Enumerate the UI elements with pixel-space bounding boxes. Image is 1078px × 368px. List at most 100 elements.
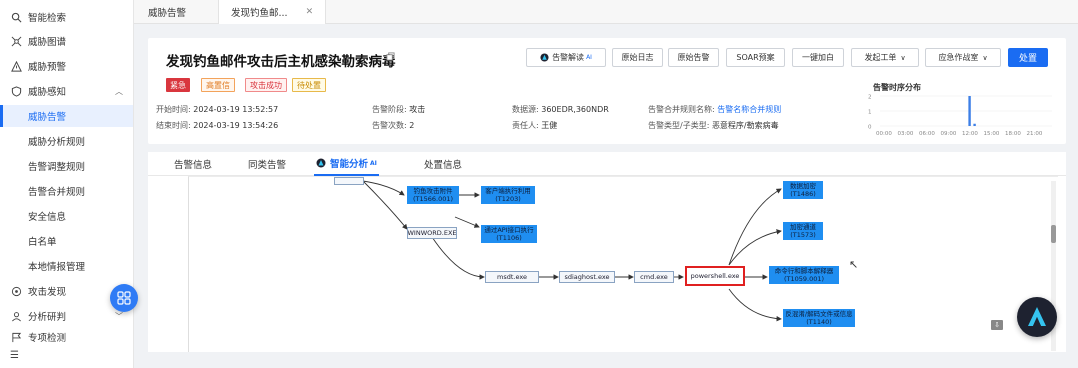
scrollbar-thumb[interactable]: [1051, 225, 1056, 243]
graph-node-data-encrypt[interactable]: 数据加密 (T1486): [783, 181, 823, 199]
sidebar-item-search[interactable]: 智能检索: [0, 6, 133, 28]
sidebar-item-threat-warning[interactable]: 威胁预警: [0, 55, 133, 77]
sidebar-item-label: 威胁图谱: [28, 37, 67, 48]
sidebar-sub-security-info[interactable]: 安全信息: [0, 205, 133, 227]
mouse-cursor-icon: ↖: [849, 258, 859, 271]
y-tick-label: 0: [868, 125, 872, 131]
ai-logo-icon: [540, 53, 549, 62]
sidebar: 智能检索 威胁图谱 威胁预警 威胁感知 ︿ 威胁告警 威胁分析规则 告警调整规则…: [0, 0, 134, 368]
end-time: 结束时间: 2024-03-19 13:54:26: [156, 121, 279, 130]
soar-button[interactable]: SOAR预案: [726, 48, 785, 67]
tab-similar-alerts[interactable]: 同类告警: [248, 152, 286, 176]
tab-smart-analysis[interactable]: 智能分析 AI: [314, 152, 379, 176]
copy-icon[interactable]: [386, 52, 396, 62]
raw-alert-button[interactable]: 原始告警: [668, 48, 719, 67]
flag-icon: [10, 331, 22, 343]
attack-graph[interactable]: 钓鱼攻击附件 (T1566.001) 客户端执行利用 (T1203) WINWORD…: [188, 176, 1058, 352]
sidebar-item-label: 智能检索: [28, 13, 67, 24]
sidebar-sub-local-intel[interactable]: 本地情报管理: [0, 255, 133, 277]
x-tick-label: 03:00: [898, 131, 914, 137]
sidebar-sub-whitelist[interactable]: 白名单: [0, 230, 133, 252]
chevron-up-icon: ︿: [115, 86, 123, 96]
apps-grid-icon[interactable]: [110, 284, 138, 312]
war-room-button[interactable]: 应急作战室 ∨: [925, 48, 1001, 67]
sidebar-item-analysis[interactable]: 分析研判 ﹀: [0, 305, 133, 327]
sidebar-sub-merge-rules[interactable]: 告警合并规则: [0, 180, 133, 202]
analysis-panel: 告警信息 同类告警 智能分析 AI 处置信息 钓鱼攻击附件 (T1566.001…: [148, 152, 1066, 352]
status-badge: 待处置: [292, 78, 326, 92]
search-icon: [10, 11, 22, 23]
sidebar-item-threat-perception[interactable]: 威胁感知 ︿: [0, 80, 133, 102]
ticket-button[interactable]: 发起工单 ∨: [851, 48, 919, 67]
graph-edges: [362, 180, 782, 322]
alert-count: 告警次数: 2: [372, 121, 415, 130]
graph-node-cmd-interpreter[interactable]: 命令行和脚本解释器 (T1059.001): [769, 266, 839, 284]
sidebar-item-label: 攻击发现: [28, 287, 67, 298]
handle-button[interactable]: 处置: [1008, 48, 1048, 67]
graph-node-deobfuscate[interactable]: 反混淆/解码文件或信息 (T1140): [783, 309, 855, 327]
sidebar-sub-analysis-rules[interactable]: 威胁分析规则: [0, 130, 133, 152]
status-badge: 紧急: [166, 78, 190, 92]
graph-node-winword[interactable]: WINWORD.EXE: [407, 227, 457, 239]
x-tick-label: 06:00: [919, 131, 935, 137]
graph-node-client-exec[interactable]: 客户端执行利用 (T1203): [481, 186, 535, 204]
alert-distribution-chart: 2 1 0 00:00 03:00 06:00 09:00 12:00 15:00 18:00 21…: [868, 95, 1052, 137]
sidebar-sub-adjust-rules[interactable]: 告警调整规则: [0, 155, 133, 177]
graph-node-encrypt-channel[interactable]: 加密通道 (T1573): [783, 222, 823, 240]
chevron-down-icon: ∨: [982, 53, 988, 62]
alert-stage: 告警阶段: 攻击: [372, 105, 426, 114]
tab-handling-info[interactable]: 处置信息: [424, 152, 462, 176]
interpret-button[interactable]: 告警解读 AI: [526, 48, 606, 67]
merge-rule: 告警合并规则名称: 告警名称合并规则: [648, 105, 782, 114]
menu-toggle-icon[interactable]: ☰: [10, 350, 19, 361]
sidebar-item-label: 威胁感知: [28, 87, 67, 98]
close-icon[interactable]: ✕: [306, 7, 314, 17]
x-tick-label: 09:00: [941, 131, 957, 137]
chevron-down-icon: ∨: [900, 53, 906, 62]
x-tick-label: 00:00: [876, 131, 892, 137]
tab-threat-alert[interactable]: 威胁告警: [136, 0, 198, 24]
start-time: 开始时间: 2024-03-19 13:52:57: [156, 105, 279, 114]
graph-node-msdt[interactable]: msdt.exe: [485, 271, 539, 283]
ai-logo-icon: [316, 158, 326, 168]
graph-node-phishing[interactable]: 钓鱼攻击附件 (T1566.001): [407, 186, 459, 204]
alert-header-card: 发现钓鱼邮件攻击后主机感染勒索病毒 紧急 高置信 攻击成功 待处置 开始时间: …: [148, 38, 1066, 144]
sidebar-item-threat-graph[interactable]: 威胁图谱: [0, 30, 133, 52]
graph-node-sdiaghost[interactable]: sdiaghost.exe: [559, 271, 615, 283]
ai-assistant-logo-icon[interactable]: [1017, 297, 1057, 337]
graph-node-api-exec[interactable]: 通过API接口执行 (T1106): [481, 225, 537, 243]
graph-icon: [10, 35, 22, 47]
x-tick-label: 15:00: [984, 131, 1000, 137]
sidebar-sub-threat-alert[interactable]: 威胁告警: [0, 105, 133, 127]
status-badge: 攻击成功: [245, 78, 287, 92]
warning-icon: [10, 60, 22, 72]
tab-phishing-detail[interactable]: 发现钓鱼邮... ✕: [218, 0, 327, 24]
panel-tabs: 告警信息 同类告警 智能分析 AI 处置信息: [148, 152, 1066, 176]
y-tick-label: 2: [868, 95, 872, 101]
data-source: 数据源: 360EDR,360NDR: [512, 105, 609, 114]
alert-type: 告警类型/子类型: 恶意程序/勒索病毒: [648, 121, 779, 130]
y-tick-label: 1: [868, 110, 872, 116]
whitelist-button[interactable]: 一键加白: [792, 48, 844, 67]
distribution-bar: [973, 123, 976, 126]
x-tick-label: 21:00: [1027, 131, 1043, 137]
merge-rule-link[interactable]: 告警名称合并规则: [717, 105, 781, 114]
user-icon: [10, 310, 22, 322]
download-icon[interactable]: ⇩: [991, 320, 1003, 330]
graph-node-cmd[interactable]: cmd.exe: [634, 271, 674, 283]
x-tick-label: 12:00: [962, 131, 978, 137]
sidebar-item-special[interactable]: 专项检测: [0, 330, 133, 344]
owner: 责任人: 王健: [512, 121, 558, 130]
tab-alert-info[interactable]: 告警信息: [174, 152, 212, 176]
raw-log-button[interactable]: 原始日志: [612, 48, 663, 67]
distribution-bar: [968, 96, 971, 126]
target-icon: [10, 285, 22, 297]
x-tick-label: 18:00: [1005, 131, 1021, 137]
graph-node-stub[interactable]: [334, 177, 364, 185]
sidebar-item-label: 专项检测: [28, 333, 67, 344]
chevron-down-icon: ﹀: [115, 311, 123, 321]
sidebar-item-label: 分析研判: [28, 312, 67, 323]
page-tabbar: 威胁告警 发现钓鱼邮... ✕: [134, 0, 1078, 24]
shield-icon: [10, 85, 22, 97]
graph-node-powershell-highlighted[interactable]: powershell.exe: [685, 266, 745, 286]
